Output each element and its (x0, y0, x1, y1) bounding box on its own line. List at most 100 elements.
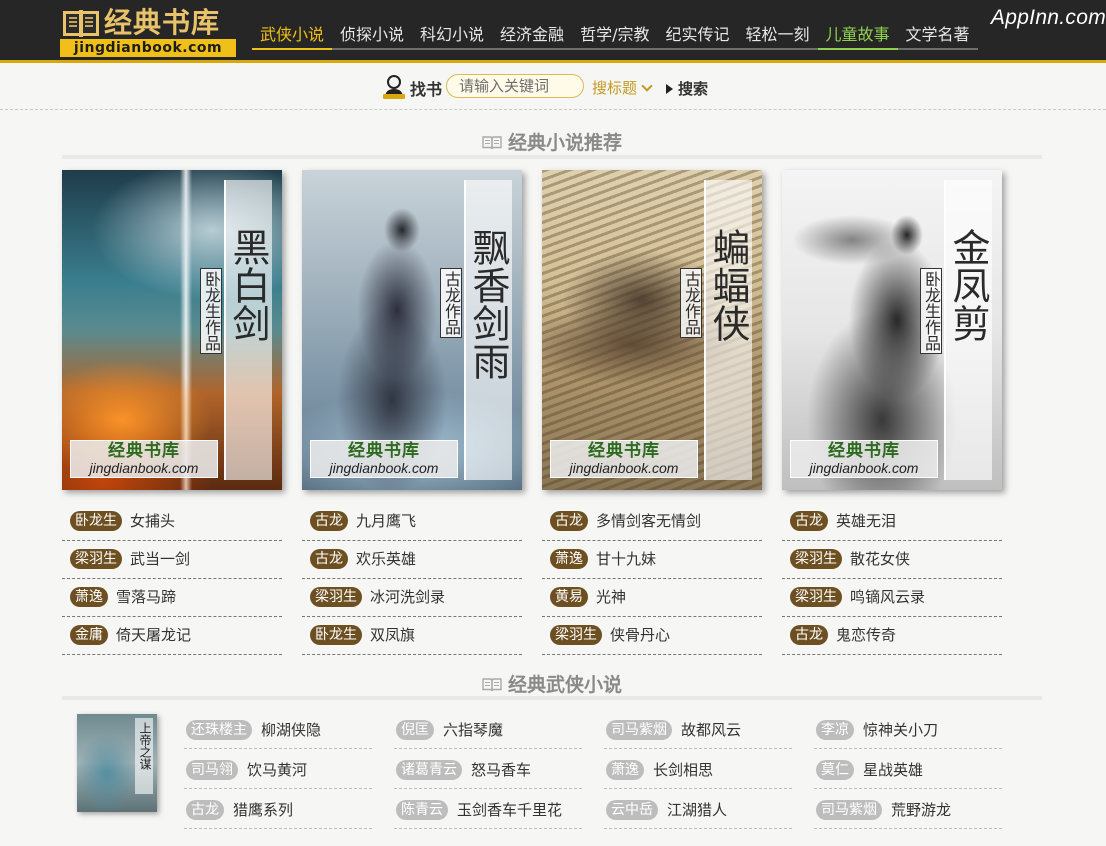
author-tag[interactable]: 古龙 (186, 800, 224, 820)
book-title[interactable]: 甘十九妹 (596, 548, 656, 569)
author-tag[interactable]: 司马紫烟 (816, 800, 882, 820)
book-title[interactable]: 饮马黄河 (247, 759, 307, 780)
book-title[interactable]: 猎鹰系列 (233, 799, 293, 820)
nav-item[interactable]: 哲学/宗教 (572, 22, 658, 50)
book-title[interactable]: 鸣镝风云录 (850, 586, 925, 607)
book-list-item[interactable]: 古龙 猎鹰系列 (184, 792, 372, 829)
book-title[interactable]: 雪落马蹄 (116, 586, 176, 607)
author-tag[interactable]: 梁羽生 (70, 549, 122, 569)
book-title[interactable]: 侠骨丹心 (610, 624, 670, 645)
author-tag[interactable]: 还珠楼主 (186, 720, 252, 740)
book-cover[interactable]: 蝙蝠侠 古龙作品 经典书库 jingdianbook.com (542, 170, 762, 490)
book-list-item[interactable]: 古龙 鬼恋传奇 (782, 617, 1002, 655)
book-title[interactable]: 长剑相思 (653, 759, 713, 780)
book-title[interactable]: 星战英雄 (863, 759, 923, 780)
author-tag[interactable]: 梁羽生 (790, 587, 842, 607)
book-title[interactable]: 怒马香车 (471, 759, 531, 780)
nav-item[interactable]: 轻松一刻 (737, 22, 818, 50)
book-cover[interactable]: 金凤剪 卧龙生作品 经典书库 jingdianbook.com (782, 170, 1002, 490)
nav-item[interactable]: 儿童故事 (817, 22, 898, 50)
book-title[interactable]: 故都风云 (681, 719, 741, 740)
book-list-item[interactable]: 司马紫烟 荒野游龙 (814, 792, 1002, 829)
book-cover[interactable]: 黑白剑 卧龙生作品 经典书库 jingdianbook.com (62, 170, 282, 490)
book-title[interactable]: 鬼恋传奇 (836, 624, 896, 645)
book-title[interactable]: 九月鹰飞 (356, 510, 416, 531)
author-tag[interactable]: 陈青云 (396, 800, 448, 820)
book-list-item[interactable]: 卧龙生 女捕头 (62, 503, 282, 541)
book-title[interactable]: 散花女侠 (850, 548, 910, 569)
author-tag[interactable]: 萧逸 (606, 760, 644, 780)
author-tag[interactable]: 卧龙生 (310, 625, 362, 645)
author-tag[interactable]: 司马翎 (186, 760, 238, 780)
author-tag[interactable]: 古龙 (310, 549, 348, 569)
book-list-item[interactable]: 梁羽生 散花女侠 (782, 541, 1002, 579)
book-title[interactable]: 柳湖侠隐 (261, 719, 321, 740)
book-list-item[interactable]: 萧逸 雪落马蹄 (62, 579, 282, 617)
featured-book-thumb[interactable]: 上帝之谋 (77, 714, 157, 812)
book-title[interactable]: 六指琴魔 (443, 719, 503, 740)
nav-item[interactable]: 纪实传记 (657, 22, 738, 50)
author-tag[interactable]: 云中岳 (606, 800, 658, 820)
author-tag[interactable]: 萧逸 (70, 587, 108, 607)
book-list-item[interactable]: 诸葛青云 怒马香车 (394, 752, 582, 789)
search-type-select[interactable]: 搜标题 (592, 77, 653, 98)
book-list-item[interactable]: 还珠楼主 柳湖侠隐 (184, 712, 372, 749)
book-list-item[interactable]: 古龙 欢乐英雄 (302, 541, 522, 579)
author-tag[interactable]: 古龙 (790, 625, 828, 645)
nav-item[interactable]: 经济金融 (492, 22, 573, 50)
author-tag[interactable]: 倪匡 (396, 720, 434, 740)
book-title[interactable]: 英雄无泪 (836, 510, 896, 531)
nav-item[interactable]: 文学名著 (897, 22, 978, 50)
site-logo[interactable]: 经典书库 jingdianbook.com (60, 6, 236, 58)
book-list-item[interactable]: 陈青云 玉剑香车千里花 (394, 792, 582, 829)
book-title[interactable]: 女捕头 (130, 510, 175, 531)
author-tag[interactable]: 古龙 (310, 511, 348, 531)
author-tag[interactable]: 李凉 (816, 720, 854, 740)
book-title[interactable]: 荒野游龙 (891, 799, 951, 820)
nav-item[interactable]: 科幻小说 (412, 22, 493, 50)
book-list-item[interactable]: 莫仁 星战英雄 (814, 752, 1002, 789)
author-tag[interactable]: 诸葛青云 (396, 760, 462, 780)
book-list-item[interactable]: 梁羽生 侠骨丹心 (542, 617, 762, 655)
author-tag[interactable]: 卧龙生 (70, 511, 122, 531)
book-list-item[interactable]: 古龙 九月鹰飞 (302, 503, 522, 541)
book-list-item[interactable]: 倪匡 六指琴魔 (394, 712, 582, 749)
book-title[interactable]: 惊神关小刀 (863, 719, 938, 740)
book-list-item[interactable]: 司马翎 饮马黄河 (184, 752, 372, 789)
book-list-item[interactable]: 云中岳 江湖猎人 (604, 792, 792, 829)
book-list-item[interactable]: 梁羽生 冰河洗剑录 (302, 579, 522, 617)
book-cover[interactable]: 飘香剑雨 古龙作品 经典书库 jingdianbook.com (302, 170, 522, 490)
author-tag[interactable]: 古龙 (550, 511, 588, 531)
author-tag[interactable]: 古龙 (790, 511, 828, 531)
author-tag[interactable]: 梁羽生 (310, 587, 362, 607)
book-title[interactable]: 光神 (596, 586, 626, 607)
book-title[interactable]: 冰河洗剑录 (370, 586, 445, 607)
book-title[interactable]: 江湖猎人 (667, 799, 727, 820)
book-list-item[interactable]: 古龙 多情剑客无情剑 (542, 503, 762, 541)
book-list-item[interactable]: 梁羽生 鸣镝风云录 (782, 579, 1002, 617)
author-tag[interactable]: 黄易 (550, 587, 588, 607)
author-tag[interactable]: 司马紫烟 (606, 720, 672, 740)
search-input[interactable] (446, 74, 584, 98)
author-tag[interactable]: 萧逸 (550, 549, 588, 569)
book-list-item[interactable]: 古龙 英雄无泪 (782, 503, 1002, 541)
author-tag[interactable]: 梁羽生 (550, 625, 602, 645)
author-tag[interactable]: 莫仁 (816, 760, 854, 780)
book-list-item[interactable]: 萧逸 长剑相思 (604, 752, 792, 789)
nav-item[interactable]: 侦探小说 (332, 22, 413, 50)
book-title[interactable]: 倚天屠龙记 (116, 624, 191, 645)
book-title[interactable]: 欢乐英雄 (356, 548, 416, 569)
book-title[interactable]: 双凤旗 (370, 624, 415, 645)
book-list-item[interactable]: 李凉 惊神关小刀 (814, 712, 1002, 749)
author-tag[interactable]: 梁羽生 (790, 549, 842, 569)
book-title[interactable]: 多情剑客无情剑 (596, 510, 701, 531)
nav-item[interactable]: 武侠小说 (252, 22, 333, 50)
book-title[interactable]: 玉剑香车千里花 (457, 799, 562, 820)
book-list-item[interactable]: 黄易 光神 (542, 579, 762, 617)
book-list-item[interactable]: 梁羽生 武当一剑 (62, 541, 282, 579)
book-list-item[interactable]: 金庸 倚天屠龙记 (62, 617, 282, 655)
book-list-item[interactable]: 萧逸 甘十九妹 (542, 541, 762, 579)
author-tag[interactable]: 金庸 (70, 625, 108, 645)
book-list-item[interactable]: 卧龙生 双凤旗 (302, 617, 522, 655)
book-title[interactable]: 武当一剑 (130, 548, 190, 569)
